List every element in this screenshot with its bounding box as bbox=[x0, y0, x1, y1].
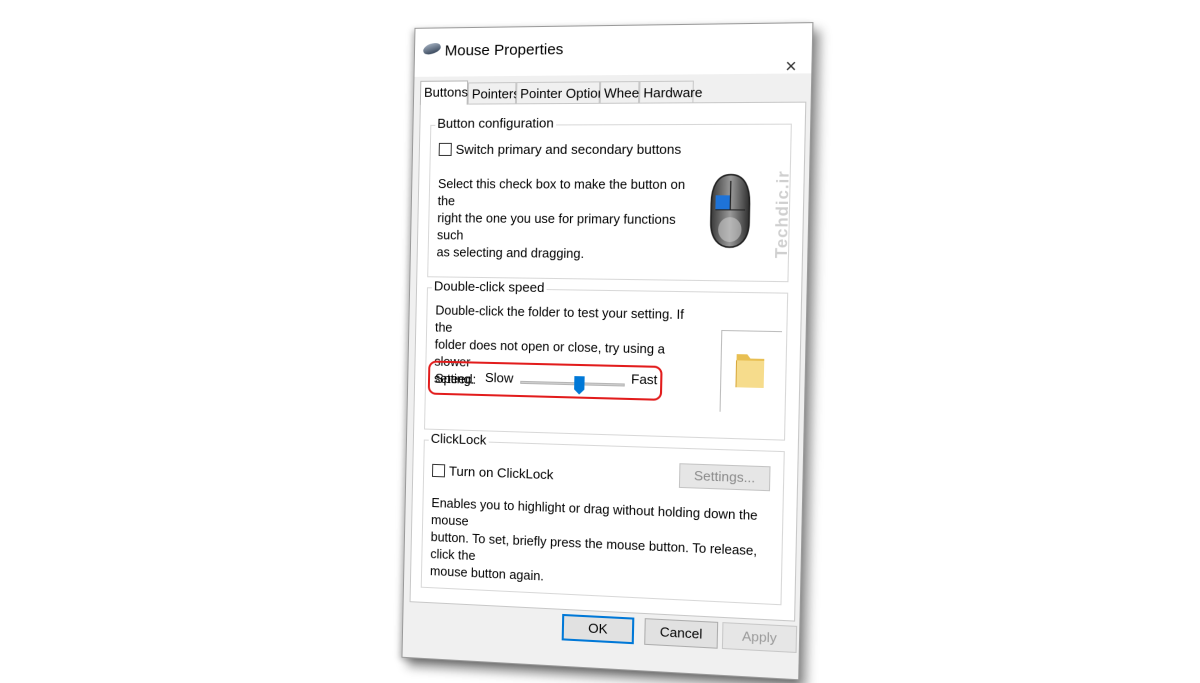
double-click-speed-group: Double-click speed Double-click the fold… bbox=[424, 278, 789, 441]
clicklock-title: ClickLock bbox=[428, 430, 489, 448]
tab-buttons[interactable]: Buttons bbox=[419, 80, 468, 105]
tab-pointers[interactable]: Pointers bbox=[467, 82, 520, 104]
buttons-tab-panel: Button configuration Switch primary and … bbox=[409, 101, 807, 622]
fast-label: Fast bbox=[630, 371, 658, 388]
speed-slider-thumb[interactable] bbox=[574, 376, 586, 395]
speed-highlight-box: Speed: Slow Fast bbox=[427, 360, 663, 401]
window-title: Mouse Properties bbox=[444, 40, 564, 60]
test-folder-area[interactable] bbox=[719, 329, 783, 414]
close-icon[interactable]: × bbox=[779, 55, 803, 78]
watermark: Techdic.ir bbox=[772, 170, 794, 259]
clicklock-checkbox-row[interactable]: Turn on ClickLock bbox=[431, 463, 554, 483]
title-bar: Mouse Properties × bbox=[414, 23, 813, 78]
apply-button[interactable]: Apply bbox=[721, 622, 798, 654]
tab-pointer-options[interactable]: Pointer Options bbox=[515, 81, 612, 104]
speed-label: Speed: bbox=[434, 370, 477, 387]
button-configuration-description: Select this check box to make the button… bbox=[436, 177, 686, 262]
folder-icon[interactable] bbox=[734, 350, 767, 390]
mouse-icon bbox=[421, 40, 442, 57]
ok-button[interactable]: OK bbox=[561, 613, 635, 645]
double-click-speed-title: Double-click speed bbox=[431, 278, 547, 296]
button-configuration-title: Button configuration bbox=[435, 115, 556, 131]
clicklock-group: ClickLock Turn on ClickLock Settings... … bbox=[420, 430, 785, 606]
cancel-button[interactable]: Cancel bbox=[644, 618, 719, 649]
tab-wheel[interactable]: Wheel bbox=[599, 81, 642, 103]
clicklock-settings-button[interactable]: Settings... bbox=[678, 463, 771, 492]
switch-buttons-label: Switch primary and secondary buttons bbox=[455, 141, 682, 158]
switch-buttons-checkbox-row[interactable]: Switch primary and secondary buttons bbox=[438, 141, 682, 158]
speed-slider-track[interactable] bbox=[520, 380, 625, 387]
switch-buttons-checkbox[interactable] bbox=[438, 142, 452, 156]
slow-label: Slow bbox=[484, 369, 514, 386]
clicklock-label: Turn on ClickLock bbox=[448, 463, 554, 483]
clicklock-checkbox[interactable] bbox=[431, 463, 446, 478]
mouse-illustration-icon bbox=[707, 173, 753, 250]
tab-hardware[interactable]: Hardware bbox=[639, 80, 703, 103]
clicklock-description: Enables you to highlight or drag without… bbox=[429, 495, 758, 584]
mouse-properties-dialog: Mouse Properties × Buttons Pointers Poin… bbox=[401, 22, 814, 681]
button-configuration-group: Button configuration Switch primary and … bbox=[427, 115, 794, 283]
